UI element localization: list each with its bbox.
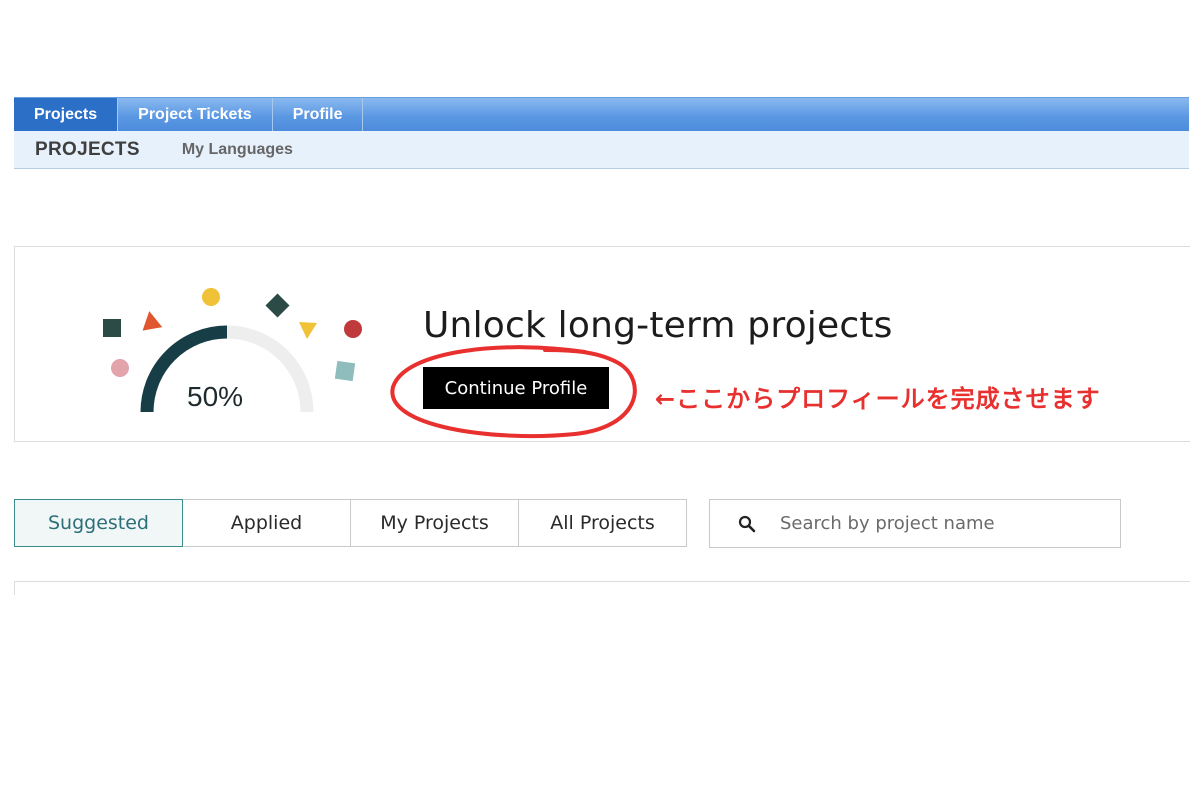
filter-tab-suggested[interactable]: Suggested xyxy=(14,499,183,547)
progress-percent: 50% xyxy=(187,381,244,412)
confetti-triangle-icon xyxy=(142,311,163,331)
top-nav-bar: Projects Project Tickets Profile xyxy=(14,97,1189,132)
search-input[interactable] xyxy=(778,512,1102,535)
section-title: PROJECTS xyxy=(35,138,140,160)
confetti-triangle-icon xyxy=(299,322,317,339)
filter-tab-my-projects[interactable]: My Projects xyxy=(350,499,519,547)
continue-profile-button[interactable]: Continue Profile xyxy=(423,367,609,409)
filter-tab-applied[interactable]: Applied xyxy=(182,499,351,547)
confetti-circle-icon xyxy=(111,359,129,377)
confetti-square-icon xyxy=(334,360,356,382)
project-search-box[interactable] xyxy=(709,499,1121,548)
profile-completion-banner: 50% Unlock long-term projects Continue P… xyxy=(14,246,1190,442)
confetti-square-icon xyxy=(103,319,121,337)
tab-projects[interactable]: Projects xyxy=(14,98,119,132)
my-languages-link[interactable]: My Languages xyxy=(182,141,293,159)
confetti-circle-icon xyxy=(344,320,362,338)
confetti-circle-icon xyxy=(202,288,220,306)
banner-headline: Unlock long-term projects xyxy=(423,305,893,346)
results-container-top xyxy=(14,581,1190,595)
tab-project-tickets[interactable]: Project Tickets xyxy=(118,98,273,132)
search-icon xyxy=(738,515,756,532)
sub-nav-bar: PROJECTS My Languages xyxy=(14,131,1189,169)
confetti-diamond-icon xyxy=(265,293,290,318)
filter-tab-all-projects[interactable]: All Projects xyxy=(518,499,687,547)
tab-profile[interactable]: Profile xyxy=(273,98,364,132)
annotation-text: ←ここからプロフィールを完成させます xyxy=(655,385,1101,413)
project-filter-tabs: Suggested Applied My Projects All Projec… xyxy=(14,499,687,547)
